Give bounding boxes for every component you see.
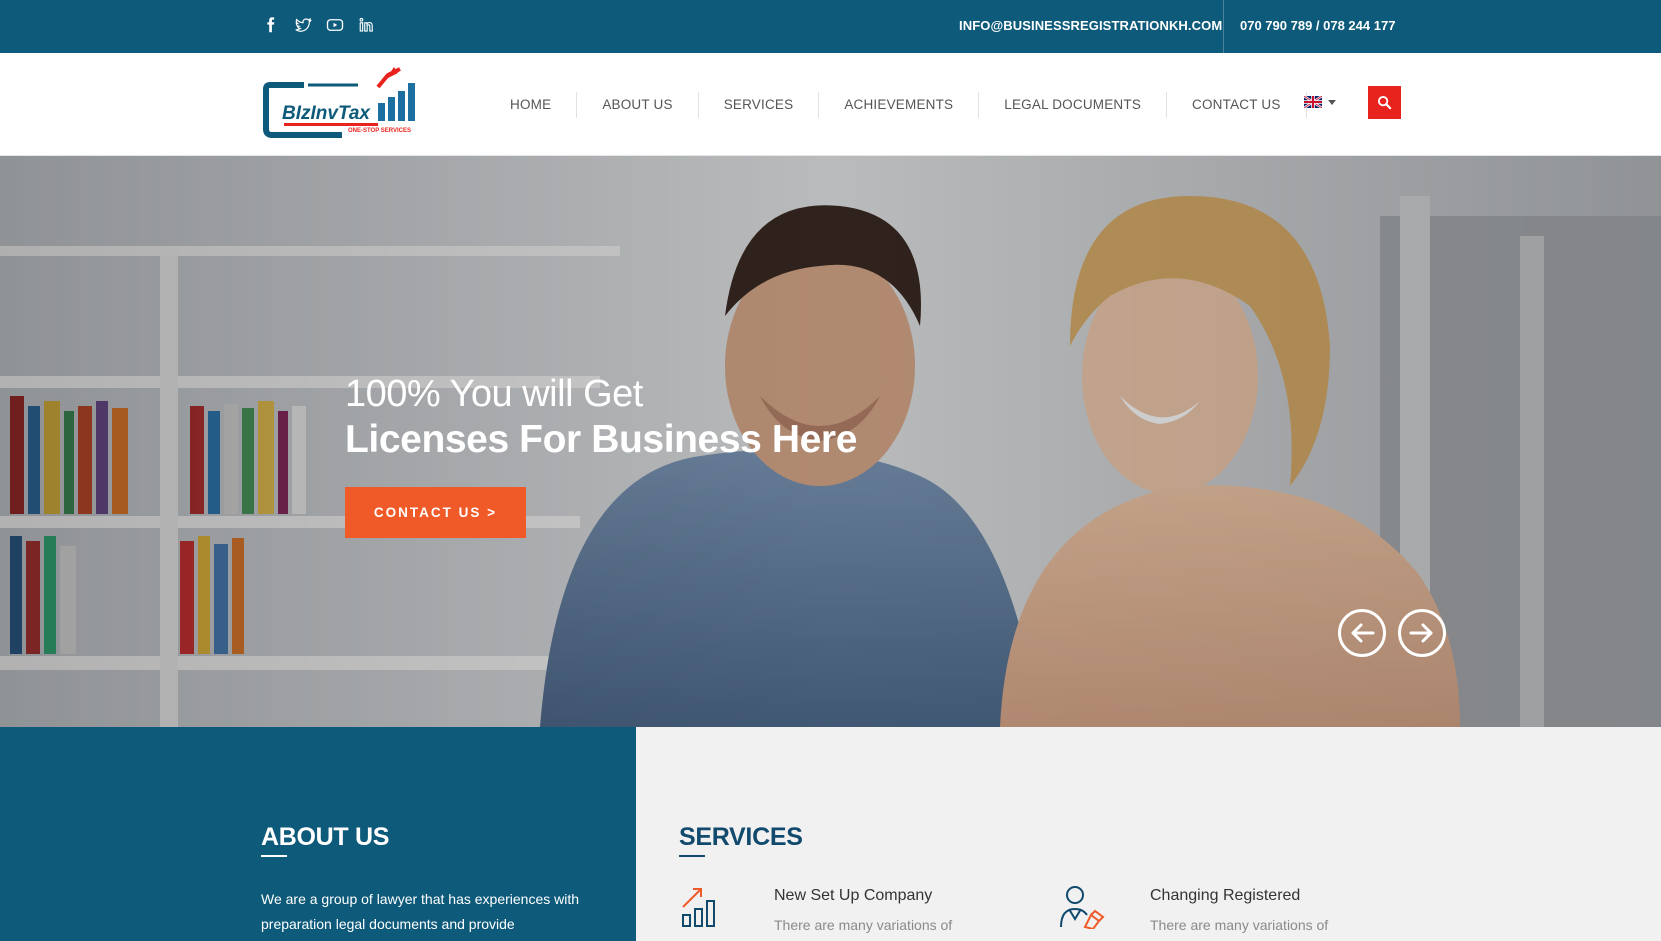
- search-icon: [1377, 95, 1392, 110]
- about-title: ABOUT US: [261, 823, 390, 851]
- bar-chart-icon: [682, 888, 715, 927]
- nav-about-us[interactable]: ABOUT US: [577, 91, 699, 118]
- svg-text:BIzInvTax: BIzInvTax: [282, 103, 371, 124]
- svg-text:ONE-STOP SERVICES: ONE-STOP SERVICES: [348, 128, 411, 134]
- about-title-underline: [261, 855, 287, 857]
- slider-next-button[interactable]: [1398, 609, 1446, 657]
- service-title: Changing Registered: [1150, 887, 1301, 904]
- facebook-icon[interactable]: [262, 16, 280, 34]
- uk-flag-icon: [1304, 96, 1322, 108]
- main-nav: HOME ABOUT US SERVICES ACHIEVEMENTS LEGA…: [487, 53, 1307, 156]
- nav-contact-us[interactable]: CONTACT US: [1167, 91, 1307, 118]
- site-logo[interactable]: BIzInvTax ONE-STOP SERVICES: [262, 65, 427, 149]
- top-bar: INFO@BUSINESSREGISTRATIONKH.COM 070 790 …: [0, 0, 1661, 53]
- hero-contact-button[interactable]: CONTACT US >: [345, 487, 526, 538]
- services-title: SERVICES: [679, 823, 803, 851]
- hero-subtitle: 100% You will Get: [345, 373, 643, 415]
- service-title: New Set Up Company: [774, 887, 933, 904]
- linkedin-icon[interactable]: [358, 16, 376, 34]
- arrow-left-icon: [1351, 623, 1375, 643]
- about-section: ABOUT US We are a group of lawyer that h…: [0, 727, 636, 941]
- service-description: There are many variations of: [774, 917, 953, 933]
- site-header: BIzInvTax ONE-STOP SERVICES HOME ABOUT U…: [0, 53, 1661, 156]
- twitter-icon[interactable]: [294, 16, 312, 34]
- services-title-underline: [679, 855, 705, 857]
- services-section: SERVICES New Set Up Company There are ma…: [636, 727, 1661, 941]
- hero-slider: 100% You will Get Licenses For Business …: [0, 156, 1661, 727]
- slider-prev-button[interactable]: [1338, 609, 1386, 657]
- contact-phone[interactable]: 070 790 789 / 078 244 177: [1240, 18, 1395, 33]
- nav-legal-documents[interactable]: LEGAL DOCUMENTS: [979, 91, 1168, 118]
- about-text: We are a group of lawyer that has experi…: [261, 891, 580, 932]
- topbar-divider: [1223, 0, 1224, 53]
- search-button[interactable]: [1368, 86, 1401, 119]
- nav-home[interactable]: HOME: [487, 91, 578, 118]
- user-edit-icon: [1060, 886, 1105, 929]
- service-description: There are many variations of: [1150, 917, 1329, 933]
- language-switcher[interactable]: [1304, 96, 1336, 108]
- hero-title: Licenses For Business Here: [345, 418, 857, 461]
- nav-services[interactable]: SERVICES: [699, 91, 820, 118]
- arrow-right-icon: [1409, 623, 1433, 643]
- social-links: [262, 16, 376, 34]
- nav-achievements[interactable]: ACHIEVEMENTS: [819, 91, 980, 118]
- caret-down-icon: [1328, 99, 1336, 105]
- contact-email[interactable]: INFO@BUSINESSREGISTRATIONKH.COM: [959, 18, 1222, 33]
- youtube-icon[interactable]: [326, 16, 344, 34]
